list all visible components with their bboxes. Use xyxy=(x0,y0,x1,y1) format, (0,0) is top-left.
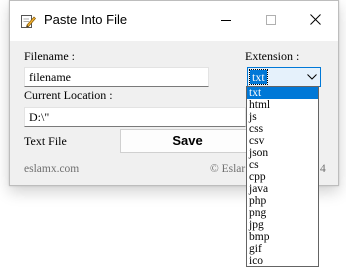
filename-input[interactable]: filename xyxy=(24,67,209,87)
minimize-button[interactable] xyxy=(203,1,248,41)
dropdown-option-js[interactable]: js xyxy=(247,111,318,123)
dropdown-option-cs[interactable]: cs xyxy=(247,159,318,171)
dropdown-option-cpp[interactable]: cpp xyxy=(247,171,318,183)
dropdown-option-css[interactable]: css xyxy=(247,123,318,135)
current-location-label: Current Location : xyxy=(24,88,113,102)
footer-copyright-text: © Eslar xyxy=(210,163,246,175)
footer-copyright-suffix: 4 xyxy=(320,163,326,175)
maximize-icon xyxy=(265,12,276,30)
minimize-icon xyxy=(220,12,231,30)
dropdown-option-php[interactable]: php xyxy=(247,195,318,207)
dropdown-option-gif[interactable]: gif xyxy=(247,243,318,255)
maximize-button[interactable] xyxy=(248,1,293,41)
save-button[interactable]: Save xyxy=(120,129,255,153)
close-button[interactable] xyxy=(293,1,338,41)
chevron-down-icon[interactable] xyxy=(303,68,320,86)
dropdown-option-jpg[interactable]: jpg xyxy=(247,219,318,231)
pencil-document-icon xyxy=(20,13,36,29)
extension-dropdown-list[interactable]: txt html js css csv json cs cpp java php png jpg bmp… xyxy=(246,86,319,267)
dropdown-option-ico[interactable]: ico xyxy=(247,255,318,267)
screen: Paste Into File Filename : filename Exte… xyxy=(0,0,346,276)
filename-label: Filename : xyxy=(24,49,75,63)
close-icon xyxy=(310,12,321,30)
extension-select[interactable]: txt xyxy=(247,67,321,87)
dropdown-option-bmp[interactable]: bmp xyxy=(247,231,318,243)
extension-label: Extension : xyxy=(245,49,300,63)
text-file-label: Text File xyxy=(24,134,67,148)
dropdown-option-java[interactable]: java xyxy=(247,183,318,195)
dropdown-option-html[interactable]: html xyxy=(247,99,318,111)
dropdown-option-png[interactable]: png xyxy=(247,207,318,219)
title-bar[interactable]: Paste Into File xyxy=(10,1,338,41)
extension-selected-value: txt xyxy=(249,69,268,85)
dropdown-option-json[interactable]: json xyxy=(247,147,318,159)
window-title: Paste Into File xyxy=(44,12,128,27)
current-location-input[interactable]: D:\" xyxy=(24,107,246,127)
dropdown-option-txt[interactable]: txt xyxy=(247,87,318,99)
footer-site-text: eslamx.com xyxy=(24,163,80,175)
dropdown-option-csv[interactable]: csv xyxy=(247,135,318,147)
